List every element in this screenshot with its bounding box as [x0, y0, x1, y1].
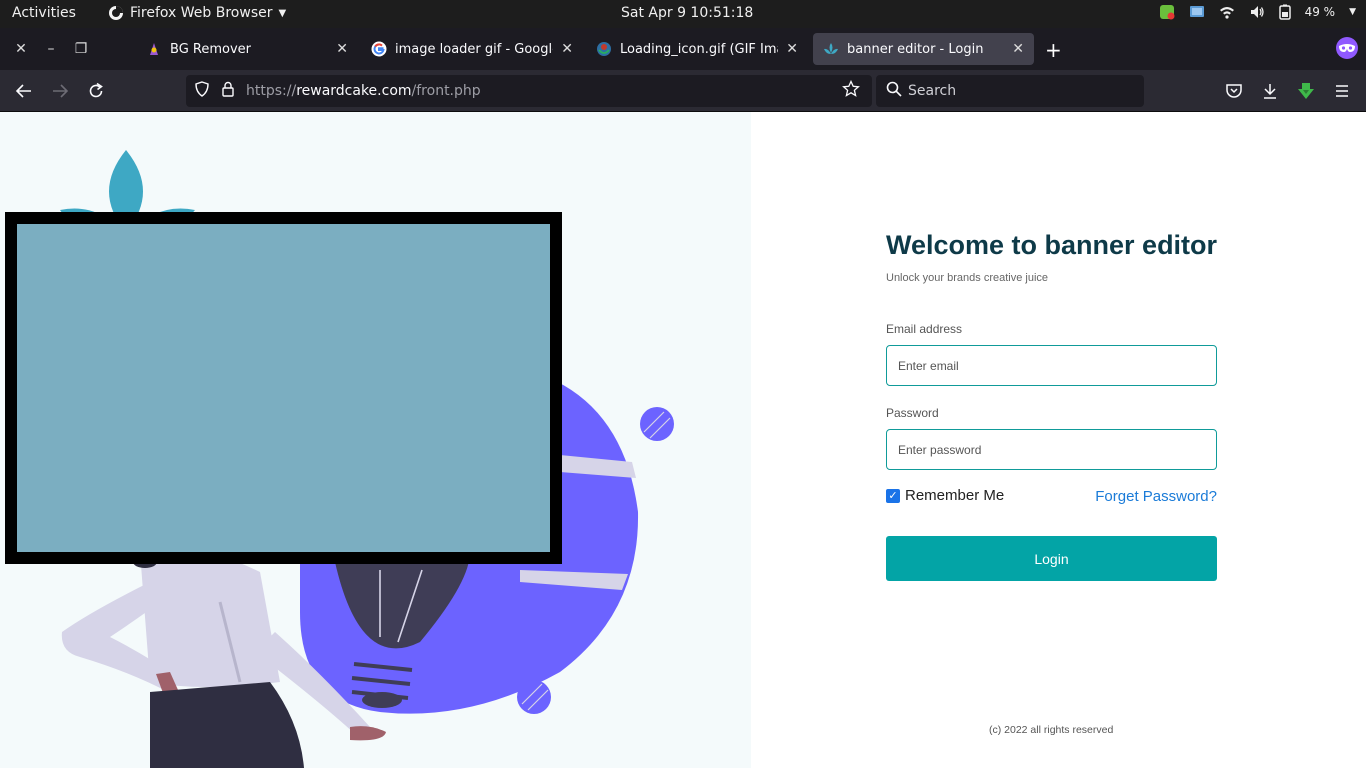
url-bar[interactable]: https://rewardcake.com/front.php [186, 75, 872, 107]
hamburger-menu-icon[interactable] [1332, 81, 1352, 101]
tab-bg-remover[interactable]: BG Remover ✕ [136, 33, 358, 65]
tab-google-search[interactable]: image loader gif - Google Search ✕ [361, 33, 583, 65]
email-label: Email address [886, 322, 963, 336]
pocket-icon[interactable] [1224, 81, 1244, 101]
tab-title: banner editor - Login [847, 41, 984, 57]
activities-button[interactable]: Activities [12, 5, 76, 21]
new-tab-icon[interactable]: + [1045, 38, 1062, 62]
close-window-icon[interactable]: ✕ [12, 40, 30, 58]
wifi-icon [1219, 7, 1234, 19]
app-menu[interactable]: Firefox Web Browser ▼ [108, 5, 286, 21]
image-placeholder [17, 224, 550, 552]
battery-percentage: 49 % [1304, 5, 1336, 19]
firefox-icon [109, 6, 123, 20]
minimize-window-icon[interactable]: – [42, 40, 60, 58]
url-host: rewardcake.com [296, 83, 412, 99]
search-placeholder: Search [908, 83, 957, 99]
private-mask-icon[interactable] [1336, 37, 1358, 59]
close-tab-icon[interactable]: ✕ [561, 41, 573, 57]
login-button[interactable]: Login [886, 536, 1217, 581]
system-top-bar: Activities Firefox Web Browser ▼ Sat Apr… [0, 0, 1366, 28]
close-tab-icon[interactable]: ✕ [786, 41, 798, 57]
downloads-icon[interactable] [1260, 81, 1280, 101]
chevron-down-icon: ▼ [278, 7, 287, 19]
page-content: Welcome to banner editor Unlock your bra… [0, 112, 1366, 768]
tab-title: Loading_icon.gif (GIF Image, 480 × 270 p… [620, 41, 778, 57]
bookmark-star-icon[interactable] [842, 79, 860, 102]
chevron-down-icon: ▼ [1349, 7, 1356, 17]
close-tab-icon[interactable]: ✕ [1012, 41, 1024, 57]
restore-window-icon[interactable]: ❐ [72, 40, 90, 58]
download-helper-extension-icon[interactable] [1296, 81, 1316, 101]
url-path: /front.php [411, 83, 481, 99]
bg-remover-favicon-icon [150, 43, 158, 55]
copyright-footer: (c) 2022 all rights reserved [989, 724, 1114, 736]
password-field[interactable] [886, 429, 1217, 470]
image-placeholder-frame [5, 212, 562, 564]
close-tab-icon[interactable]: ✕ [336, 41, 348, 57]
app-name: Firefox Web Browser [130, 5, 273, 21]
system-tray[interactable]: 49 % ▼ [1159, 4, 1356, 20]
leaf-logo-icon [824, 43, 838, 54]
clock[interactable]: Sat Apr 9 10:51:18 [621, 5, 753, 21]
tab-loading-icon-gif[interactable]: Loading_icon.gif (GIF Image, 480 × 270 p… [586, 33, 808, 65]
search-icon [886, 81, 902, 101]
google-favicon-icon [371, 41, 387, 57]
tab-banner-editor-login[interactable]: banner editor - Login ✕ [813, 33, 1034, 65]
login-panel: Welcome to banner editor Unlock your bra… [751, 112, 1366, 768]
login-illustration [0, 112, 751, 768]
navigation-bar: https://rewardcake.com/front.php Search [0, 70, 1366, 112]
forgot-password-link[interactable]: Forget Password? [1095, 488, 1217, 505]
page-title: Welcome to banner editor [886, 230, 1218, 260]
tab-strip: ✕ – ❐ BG Remover ✕ image loader gif - Go… [0, 28, 1366, 70]
search-bar[interactable]: Search [876, 75, 1144, 107]
remember-me[interactable]: ✓ Remember Me [886, 487, 1004, 504]
password-label: Password [886, 406, 939, 420]
back-icon[interactable] [14, 81, 34, 101]
screen-icon [1189, 6, 1204, 17]
forward-icon[interactable] [50, 81, 70, 101]
update-notifier-icon [1159, 5, 1175, 20]
tab-title: image loader gif - Google Search [395, 41, 553, 57]
tracking-protection-shield-icon[interactable] [194, 81, 210, 101]
email-field[interactable] [886, 345, 1217, 386]
remember-me-label: Remember Me [905, 487, 1005, 504]
battery-icon [1278, 4, 1291, 20]
wikimedia-favicon-icon [597, 42, 611, 56]
volume-icon [1250, 6, 1264, 18]
url-text[interactable]: https://rewardcake.com/front.php [246, 83, 481, 99]
url-scheme: https:// [246, 83, 297, 99]
reload-icon[interactable] [86, 81, 106, 101]
remember-me-checkbox[interactable]: ✓ [886, 488, 900, 503]
tab-title: BG Remover [170, 41, 251, 57]
lock-icon[interactable] [220, 81, 236, 101]
page-subtitle: Unlock your brands creative juice [886, 272, 1049, 284]
